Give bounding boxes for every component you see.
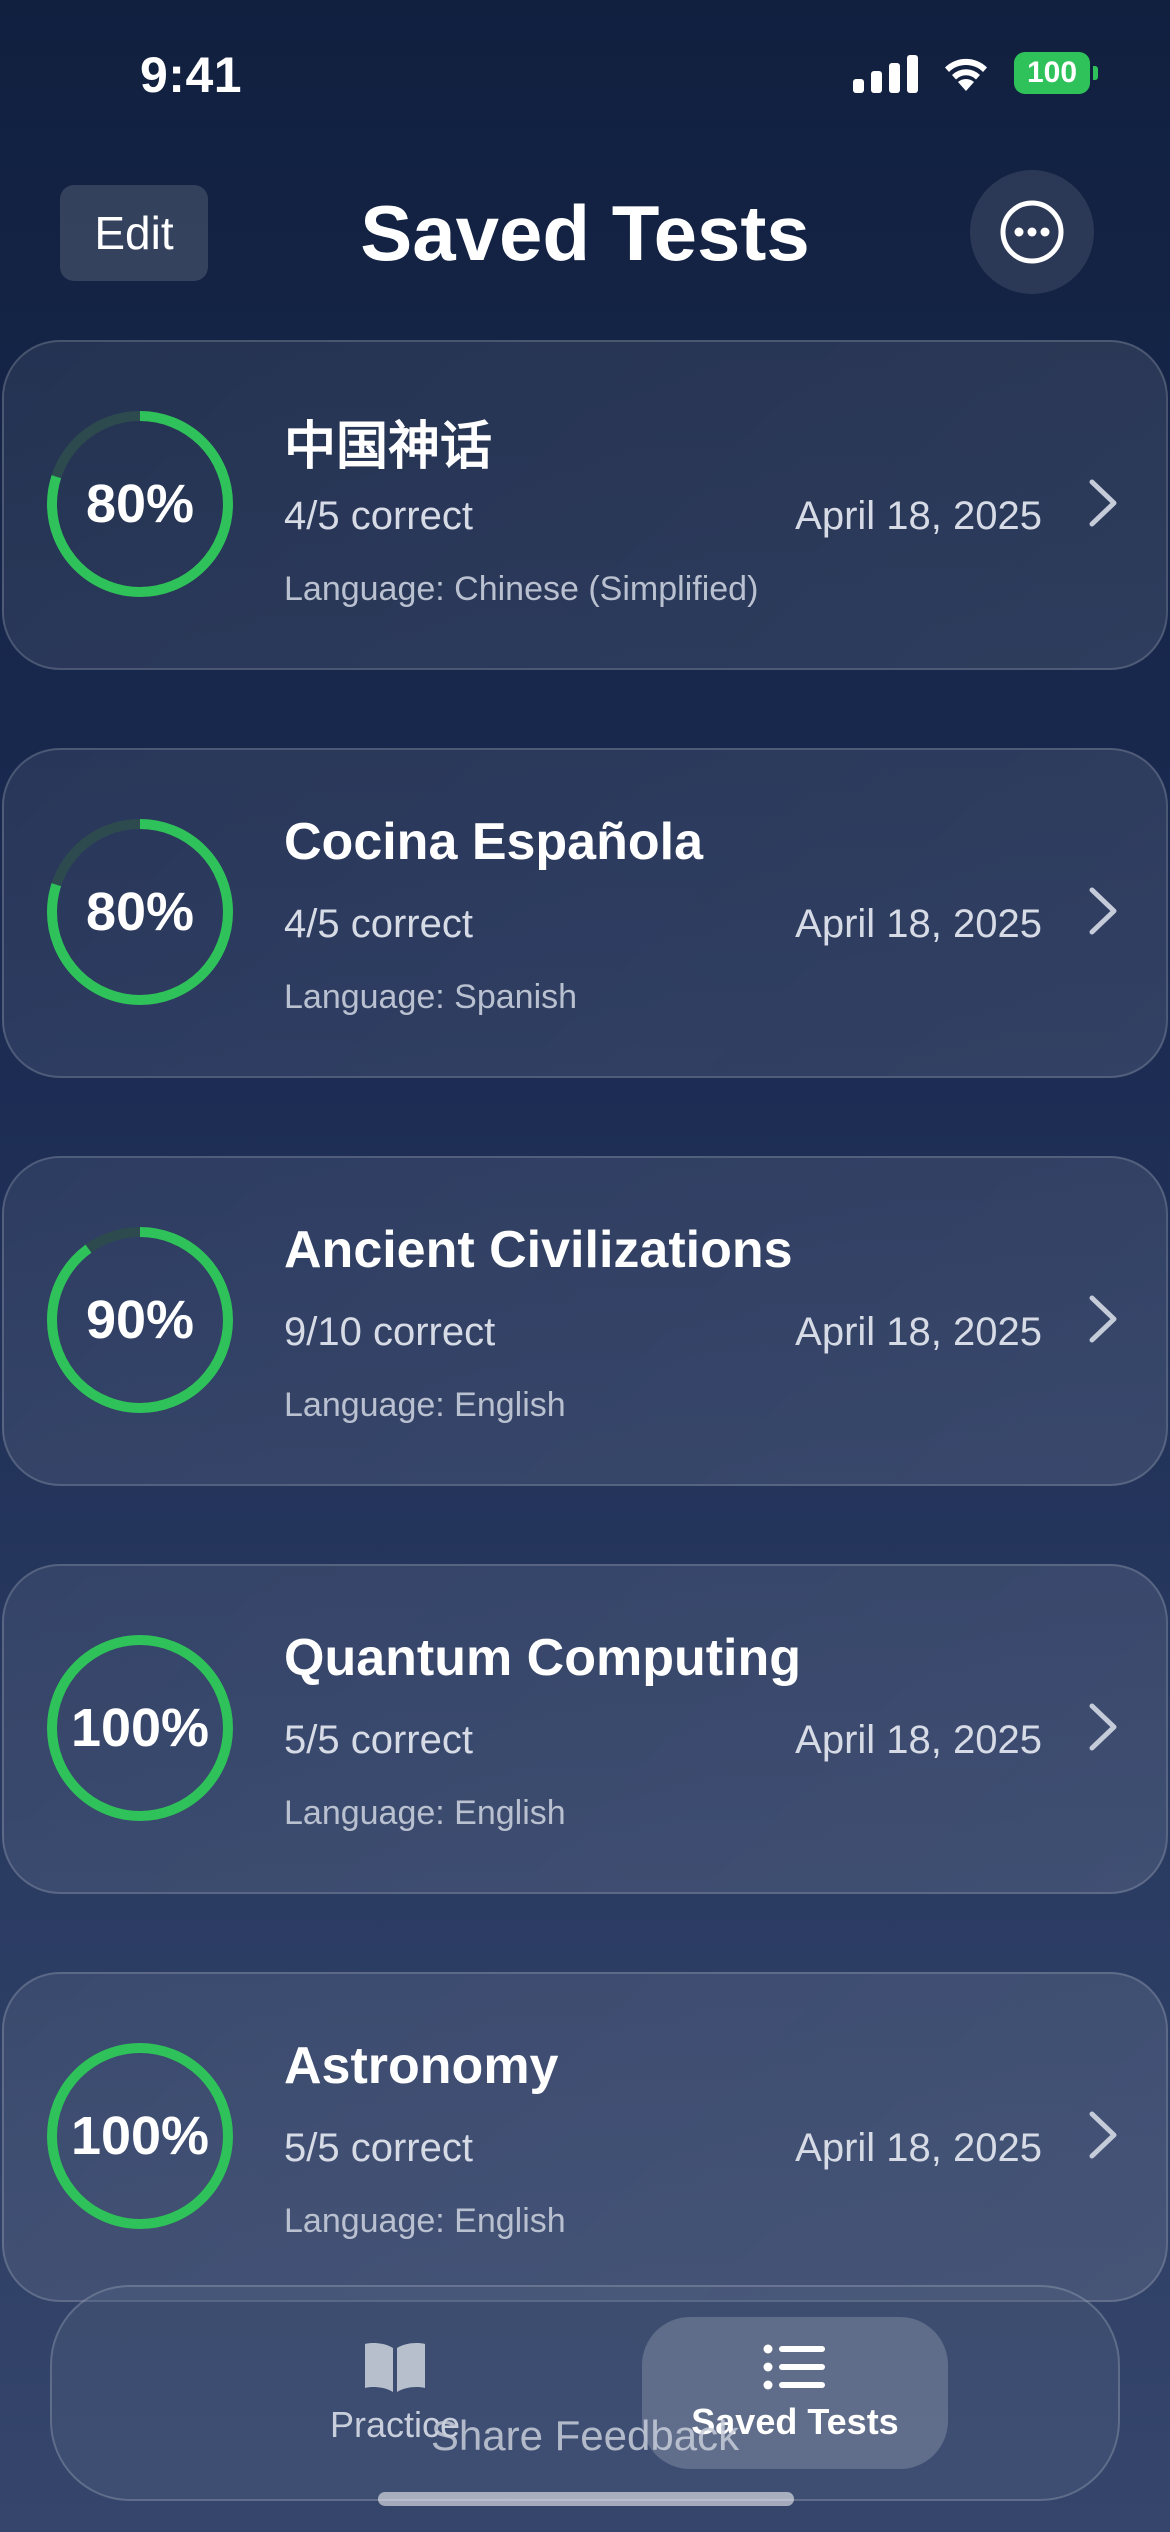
cellular-signal-icon <box>853 53 918 93</box>
test-date: April 18, 2025 <box>795 1310 1042 1354</box>
score-percent: 100% <box>70 1698 210 1758</box>
test-language: Language: Chinese (Simplified) <box>284 570 759 608</box>
test-language: Language: English <box>284 2202 566 2240</box>
test-language: Language: English <box>284 1386 566 1424</box>
share-feedback-link[interactable]: Share Feedback <box>0 2412 1170 2460</box>
score-percent: 80% <box>85 882 195 942</box>
chevron-right-icon <box>1089 1295 1117 1343</box>
status-time: 9:41 <box>140 47 243 103</box>
saved-test-card[interactable]: 100% Astronomy 5/5 correct April 18, 2025 La… <box>2 1972 1168 2302</box>
saved-test-card[interactable]: 80% 中国神话 4/5 correct April 18, 2025 Language… <box>2 340 1168 670</box>
test-title: 中国神话 <box>284 418 493 476</box>
saved-test-card[interactable]: 80% Cocina Española 4/5 correct April 18, 2… <box>2 748 1168 1078</box>
test-date: April 18, 2025 <box>795 1718 1042 1762</box>
list-icon <box>763 2344 825 2390</box>
edit-button[interactable]: Edit <box>60 185 208 281</box>
saved-test-card[interactable]: 100% Quantum Computing 5/5 correct April 18… <box>2 1564 1168 1894</box>
test-title: Quantum Computing <box>284 1629 802 1687</box>
score-ring: 80% <box>42 814 238 1010</box>
score-ring: 100% <box>42 1630 238 1826</box>
test-title: Astronomy <box>284 2037 559 2095</box>
more-options-button[interactable] <box>970 170 1094 294</box>
status-bar: 9:41 100 <box>0 0 1170 150</box>
score-percent: 100% <box>70 2106 210 2166</box>
saved-test-card[interactable]: 90% Ancient Civilizations 9/10 correct Apri… <box>2 1156 1168 1486</box>
score-ring: 80% <box>42 406 238 602</box>
battery-indicator: 100 <box>1014 52 1098 94</box>
home-indicator <box>378 2492 794 2506</box>
score-ring: 100% <box>42 2038 238 2234</box>
correct-count: 5/5 correct <box>284 1718 473 1762</box>
score-percent: 80% <box>85 474 195 534</box>
score-percent: 90% <box>85 1290 195 1350</box>
tab-bar: Practice Saved Tests <box>50 2285 1120 2501</box>
wifi-icon <box>945 58 987 91</box>
test-date: April 18, 2025 <box>795 902 1042 946</box>
correct-count: 5/5 correct <box>284 2126 473 2170</box>
test-date: April 18, 2025 <box>795 494 1042 538</box>
correct-count: 4/5 correct <box>284 494 473 538</box>
test-title: Cocina Española <box>284 813 703 871</box>
test-language: Language: Spanish <box>284 978 578 1016</box>
status-icons: 100 <box>853 52 1098 94</box>
correct-count: 9/10 correct <box>284 1310 496 1354</box>
chevron-right-icon <box>1089 479 1117 527</box>
chevron-right-icon <box>1089 1703 1117 1751</box>
ellipsis-circle-icon <box>1000 200 1064 264</box>
chevron-right-icon <box>1089 887 1117 935</box>
test-date: April 18, 2025 <box>795 2126 1042 2170</box>
test-title: Ancient Civilizations <box>284 1221 793 1279</box>
correct-count: 4/5 correct <box>284 902 473 946</box>
test-language: Language: English <box>284 1794 566 1832</box>
score-ring: 90% <box>42 1222 238 1418</box>
book-icon <box>365 2343 425 2392</box>
chevron-right-icon <box>1089 2111 1117 2159</box>
